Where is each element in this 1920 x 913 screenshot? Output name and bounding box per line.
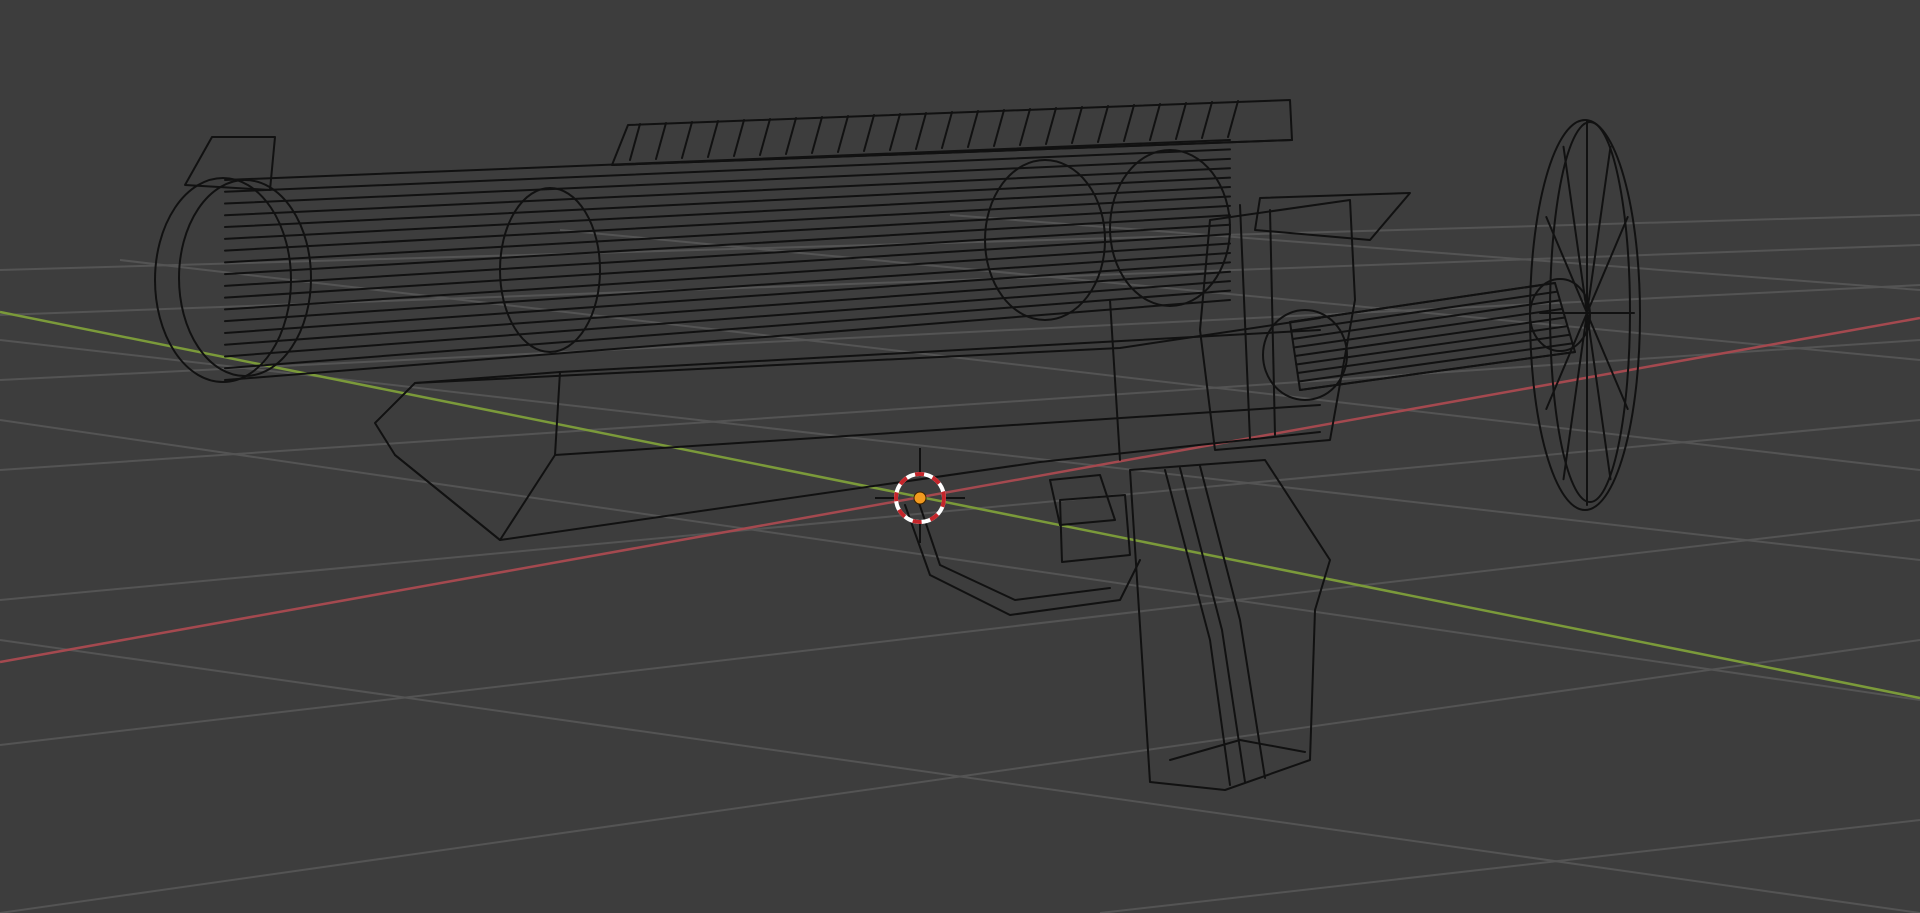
rail-tooth [1227, 100, 1239, 138]
rail-tooth [1149, 103, 1161, 141]
rail-tooth [993, 109, 1005, 147]
grip-outline [1129, 459, 1331, 791]
rail-tooth [785, 117, 797, 155]
rail-tooth [655, 122, 667, 160]
grid-line [1099, 819, 1920, 913]
tube-line [224, 261, 1231, 334]
pistol-grip [1129, 459, 1331, 791]
rail-tooth [759, 118, 771, 156]
body-edge [559, 329, 1321, 373]
tube-line [224, 167, 1231, 217]
rail-tooth [1201, 101, 1213, 139]
rail-tooth [1045, 107, 1057, 145]
viewport-canvas[interactable] [0, 0, 1920, 913]
rear-sight [1254, 192, 1411, 241]
rail-tooth [1071, 106, 1083, 144]
grid-line [0, 419, 1920, 601]
floor-grid [0, 214, 1920, 913]
grip-line [1164, 469, 1231, 786]
body-bottom-edge [394, 431, 1321, 541]
grip-line [1199, 465, 1266, 779]
tube-line [224, 186, 1231, 240]
rail-tooth [733, 119, 745, 157]
rail-tooth [707, 120, 719, 158]
rail-tooth [681, 121, 693, 159]
rail-tooth [837, 115, 849, 153]
disk-spoke [1586, 312, 1612, 481]
disk-spoke [1562, 145, 1588, 314]
rail-tooth [1097, 105, 1109, 143]
tube-line [224, 280, 1231, 358]
3d-viewport[interactable] [0, 0, 1920, 913]
disk-spoke [1562, 312, 1588, 481]
tube-line [224, 251, 1231, 323]
rail-tooth [941, 111, 953, 149]
rail-tooth [967, 110, 979, 148]
stock-rod-end [1529, 278, 1591, 352]
grid-line [0, 419, 1920, 701]
rail-tooth [811, 116, 823, 154]
rail-tooth [1175, 102, 1187, 140]
trigger-guard [904, 474, 1141, 616]
rail-tooth [629, 123, 641, 161]
receiver-edge [1239, 204, 1251, 441]
rail-tooth [1123, 104, 1135, 142]
trigger-block [1059, 494, 1131, 563]
rail-tooth [889, 113, 901, 151]
rail-tooth [1019, 108, 1031, 146]
lower-body [374, 299, 1321, 541]
tube-front-ring [154, 177, 292, 383]
grid-line [119, 259, 1920, 471]
tube-line [224, 157, 1231, 205]
tube-line [224, 270, 1231, 346]
rail-tooth [915, 112, 927, 150]
grid-line [0, 519, 1920, 746]
rail-tooth [863, 114, 875, 152]
receiver-edge [1269, 209, 1276, 436]
disk-spoke [1586, 145, 1612, 314]
origin-point-icon [913, 491, 927, 505]
